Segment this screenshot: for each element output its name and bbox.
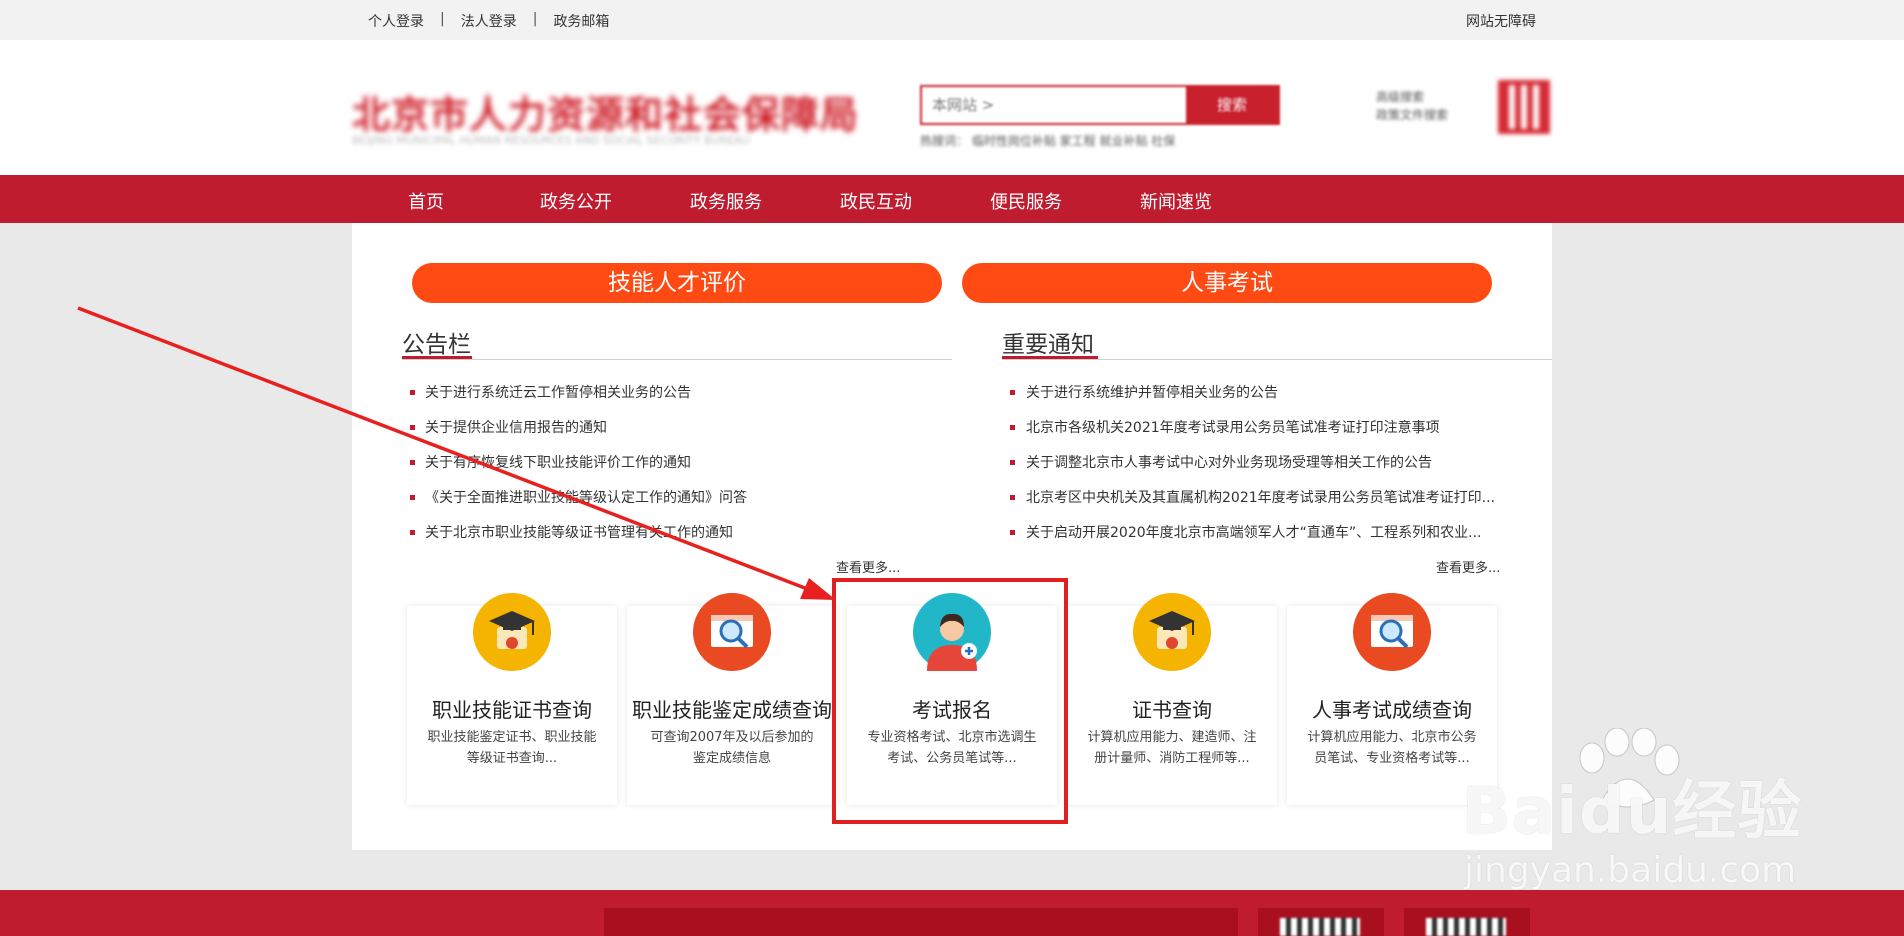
site-logo-subtitle: BEIJING MUNICIPAL HUMAN RESOURCES AND SO… [352, 134, 750, 147]
advanced-search-link[interactable]: 高级搜索 [1376, 88, 1448, 106]
top-utility-bar: 个人登录 | 法人登录 | 政务邮箱 网站无障碍 [0, 0, 1904, 40]
notice-item[interactable]: 关于提供企业信用报告的通知 [425, 417, 607, 437]
nav-item-home[interactable]: 首页 [408, 188, 444, 214]
notice-item[interactable]: 《关于全面推进职业技能等级认定工作的通知》问答 [425, 487, 747, 507]
site-logo-title[interactable]: 北京市人力资源和社会保障局 [352, 84, 859, 139]
footer-qr-code-icon[interactable] [1404, 908, 1530, 936]
highlight-box [832, 578, 1068, 824]
policy-search-link[interactable]: 政策文件搜索 [1376, 106, 1448, 124]
separator: | [532, 11, 538, 27]
notice-board-title: 公告栏 [402, 332, 471, 358]
section-divider [1002, 359, 1552, 360]
nav-item-news[interactable]: 新闻速览 [1140, 188, 1212, 214]
gov-email-link[interactable]: 政务邮箱 [553, 11, 609, 31]
notice-item[interactable]: 关于进行系统维护并暂停相关业务的公告 [1026, 382, 1278, 402]
view-more-link[interactable]: 查看更多... [1436, 557, 1500, 576]
magnifier-icon [693, 593, 771, 671]
baidu-watermark: Baidu经验 [1462, 775, 1803, 849]
search-button[interactable]: 搜索 [1186, 87, 1278, 123]
hot-searches[interactable]: 热搜词： 临时性岗位补贴 家工程 就业补贴 社保 [920, 132, 1175, 149]
bullet [410, 425, 415, 430]
card-description: 计算机应用能力、建造师、注册计量师、消防工程师等... [1087, 730, 1257, 766]
card-title: 证书查询 [1132, 698, 1212, 722]
site-header: 北京市人力资源和社会保障局 BEIJING MUNICIPAL HUMAN RE… [0, 40, 1904, 175]
card-description: 可查询2007年及以后参加的鉴定成绩信息 [650, 730, 814, 766]
accessibility-link[interactable]: 网站无障碍 [1466, 11, 1536, 31]
search-box: 搜索 [920, 85, 1280, 125]
login-links: 个人登录 | 法人登录 | 政务邮箱 [368, 11, 609, 31]
notice-item[interactable]: 关于有序恢复线下职业技能评价工作的通知 [425, 452, 691, 472]
nav-item-interaction[interactable]: 政民互动 [840, 188, 912, 214]
notice-item[interactable]: 关于调整北京市人事考试中心对外业务现场受理等相关工作的公告 [1026, 452, 1432, 472]
bullet [1010, 390, 1015, 395]
bullet [1010, 460, 1015, 465]
personal-login-link[interactable]: 个人登录 [368, 11, 424, 31]
notice-item[interactable]: 关于北京市职业技能等级证书管理有关工作的通知 [425, 522, 733, 542]
nav-item-gov-services[interactable]: 政务服务 [690, 188, 762, 214]
footer-qr-code-icon[interactable] [1258, 908, 1384, 936]
bullet [410, 390, 415, 395]
bullet [1010, 425, 1015, 430]
notice-item[interactable]: 北京考区中央机关及其直属机构2021年度考试录用公务员笔试准考证打印... [1026, 487, 1495, 507]
personnel-exam-banner[interactable]: 人事考试 [962, 263, 1492, 303]
card-title: 职业技能鉴定成绩查询 [632, 698, 832, 722]
service-card-skill-certificate[interactable]: 职业技能证书查询 职业技能鉴定证书、职业技能等级证书查询... [407, 593, 617, 805]
main-nav: 首页 政务公开 政务服务 政民互动 便民服务 新闻速览 [0, 175, 1904, 223]
service-card-certificate-query[interactable]: 证书查询 计算机应用能力、建造师、注册计量师、消防工程师等... [1067, 593, 1277, 805]
bullet [410, 495, 415, 500]
advanced-search-links: 高级搜索 政策文件搜索 [1376, 88, 1448, 124]
site-footer [0, 890, 1904, 936]
card-description: 职业技能鉴定证书、职业技能等级证书查询... [427, 730, 597, 766]
notice-item[interactable]: 关于进行系统迁云工作暂停相关业务的公告 [425, 382, 691, 402]
notice-item[interactable]: 北京市各级机关2021年度考试录用公务员笔试准考证打印注意事项 [1026, 417, 1440, 437]
bullet [410, 530, 415, 535]
service-card-skill-score[interactable]: 职业技能鉴定成绩查询 可查询2007年及以后参加的鉴定成绩信息 [627, 593, 837, 805]
skill-evaluation-banner[interactable]: 技能人才评价 [412, 263, 942, 303]
graduation-cap-icon [473, 593, 551, 671]
baidu-watermark-url: jingyan.baidu.com [1464, 850, 1797, 891]
separator: | [440, 11, 445, 27]
card-description: 计算机应用能力、北京市公务员笔试、专业资格考试等... [1307, 730, 1477, 766]
magnifier-icon [1353, 593, 1431, 671]
card-title: 人事考试成绩查询 [1312, 698, 1472, 722]
section-divider [402, 359, 952, 360]
card-title: 职业技能证书查询 [432, 698, 592, 722]
search-input[interactable] [932, 96, 1192, 114]
graduation-cap-icon [1133, 593, 1211, 671]
bullet [1010, 530, 1015, 535]
bullet [410, 460, 415, 465]
bullet [1010, 495, 1015, 500]
nav-item-gov-affairs[interactable]: 政务公开 [540, 188, 612, 214]
view-more-link[interactable]: 查看更多... [836, 557, 900, 576]
footer-panel [604, 908, 1238, 936]
notice-item[interactable]: 关于启动开展2020年度北京市高端领军人才“直通车”、工程系列和农业... [1026, 522, 1481, 542]
corporate-login-link[interactable]: 法人登录 [461, 11, 517, 31]
important-notice-title: 重要通知 [1002, 332, 1094, 358]
nav-item-convenience[interactable]: 便民服务 [990, 188, 1062, 214]
qr-code-icon[interactable] [1498, 80, 1550, 134]
